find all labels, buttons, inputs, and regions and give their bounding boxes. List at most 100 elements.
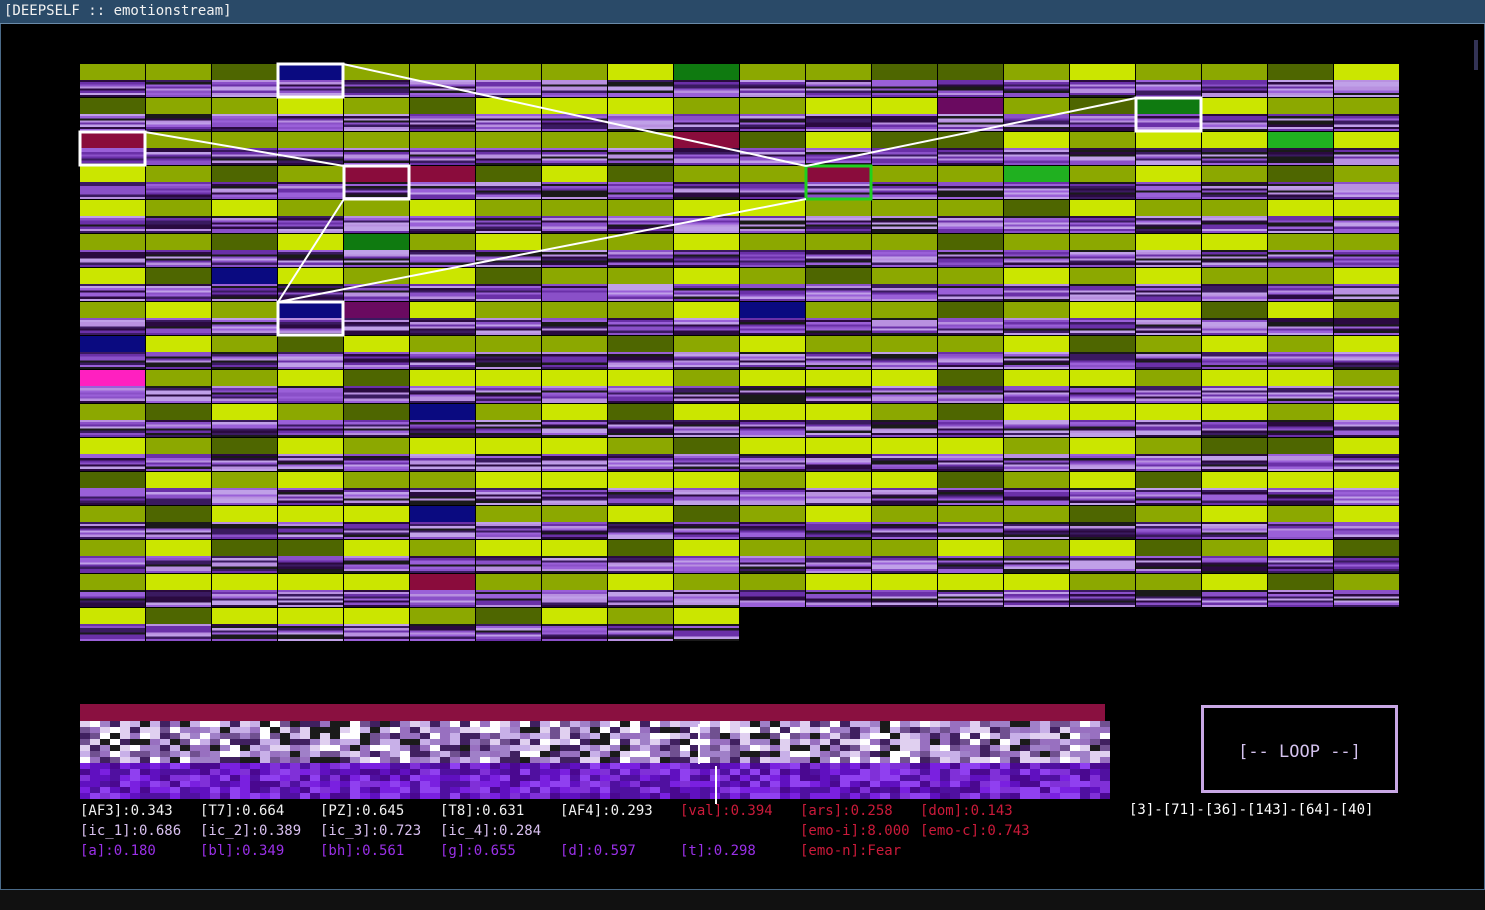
grid-cell[interactable]	[344, 404, 409, 437]
grid-cell[interactable]	[1004, 302, 1069, 335]
grid-cell[interactable]	[608, 268, 673, 301]
grid-cell[interactable]	[212, 404, 277, 437]
grid-cell[interactable]	[1268, 336, 1333, 369]
grid-cell[interactable]	[1136, 404, 1201, 437]
grid-cell[interactable]	[146, 200, 211, 233]
grid-cell[interactable]	[872, 438, 937, 471]
grid-cell[interactable]	[344, 166, 409, 199]
grid-cell[interactable]	[1070, 200, 1135, 233]
grid-cell[interactable]	[1004, 336, 1069, 369]
grid-cell[interactable]	[80, 234, 145, 267]
grid-cell[interactable]	[278, 166, 343, 199]
grid-cell[interactable]	[872, 574, 937, 607]
grid-cell[interactable]	[608, 234, 673, 267]
grid-cell[interactable]	[212, 166, 277, 199]
grid-cell[interactable]	[476, 64, 541, 97]
grid-cell[interactable]	[740, 404, 805, 437]
loop-button[interactable]: [-- LOOP --]	[1201, 705, 1398, 793]
grid-cell[interactable]	[674, 506, 739, 539]
grid-cell[interactable]	[344, 540, 409, 573]
grid-cell[interactable]	[806, 234, 871, 267]
grid-cell[interactable]	[608, 506, 673, 539]
grid-cell[interactable]	[410, 506, 475, 539]
grid-cell[interactable]	[1334, 98, 1399, 131]
grid-cell[interactable]	[608, 166, 673, 199]
grid-cell[interactable]	[806, 506, 871, 539]
grid-cell[interactable]	[146, 404, 211, 437]
grid-cell[interactable]	[212, 98, 277, 131]
grid-cell[interactable]	[1004, 200, 1069, 233]
grid-cell[interactable]	[872, 370, 937, 403]
grid-cell[interactable]	[1202, 234, 1267, 267]
grid-cell[interactable]	[1136, 336, 1201, 369]
grid-cell[interactable]	[1334, 438, 1399, 471]
grid-cell[interactable]	[278, 132, 343, 165]
grid-cell[interactable]	[806, 438, 871, 471]
grid-cell[interactable]	[806, 336, 871, 369]
grid-cell[interactable]	[146, 370, 211, 403]
grid-cell[interactable]	[344, 336, 409, 369]
grid-cell[interactable]	[278, 472, 343, 505]
grid-cell[interactable]	[410, 302, 475, 335]
grid-cell[interactable]	[872, 132, 937, 165]
grid-cell[interactable]	[740, 268, 805, 301]
grid-cell[interactable]	[1136, 98, 1201, 131]
grid-cell[interactable]	[806, 132, 871, 165]
grid-cell[interactable]	[542, 268, 607, 301]
grid-cell[interactable]	[542, 404, 607, 437]
grid-cell[interactable]	[344, 200, 409, 233]
grid-cell[interactable]	[674, 234, 739, 267]
grid-cell[interactable]	[1334, 132, 1399, 165]
grid-cell[interactable]	[740, 166, 805, 199]
grid-cell[interactable]	[542, 302, 607, 335]
grid-cell[interactable]	[542, 540, 607, 573]
grid-cell[interactable]	[146, 98, 211, 131]
grid-cell[interactable]	[938, 268, 1003, 301]
grid-cell[interactable]	[1136, 64, 1201, 97]
grid-cell[interactable]	[872, 64, 937, 97]
grid-cell[interactable]	[1202, 64, 1267, 97]
grid-cell[interactable]	[938, 234, 1003, 267]
grid-cell[interactable]	[1136, 132, 1201, 165]
grid-cell[interactable]	[1268, 234, 1333, 267]
grid-cell[interactable]	[212, 574, 277, 607]
grid-cell[interactable]	[476, 336, 541, 369]
grid-cell[interactable]	[146, 64, 211, 97]
grid-cell[interactable]	[740, 200, 805, 233]
grid-cell[interactable]	[476, 438, 541, 471]
grid-cell[interactable]	[212, 540, 277, 573]
grid-cell[interactable]	[938, 98, 1003, 131]
grid-cell[interactable]	[1334, 200, 1399, 233]
grid-cell[interactable]	[608, 540, 673, 573]
grid-cell[interactable]	[410, 404, 475, 437]
grid-cell[interactable]	[1004, 234, 1069, 267]
grid-cell[interactable]	[872, 302, 937, 335]
grid-cell[interactable]	[608, 132, 673, 165]
grid-cell[interactable]	[740, 64, 805, 97]
grid-cell[interactable]	[410, 574, 475, 607]
grid-cell[interactable]	[542, 200, 607, 233]
grid-cell[interactable]	[806, 540, 871, 573]
grid-cell[interactable]	[740, 574, 805, 607]
grid-cell[interactable]	[806, 64, 871, 97]
grid-cell[interactable]	[1202, 200, 1267, 233]
grid-cell[interactable]	[872, 98, 937, 131]
grid-cell[interactable]	[212, 234, 277, 267]
grid-cell[interactable]	[278, 370, 343, 403]
grid-cell[interactable]	[212, 438, 277, 471]
grid-cell[interactable]	[1004, 574, 1069, 607]
grid-cell[interactable]	[1268, 64, 1333, 97]
grid-cell[interactable]	[1202, 166, 1267, 199]
grid-cell[interactable]	[278, 540, 343, 573]
grid-cell[interactable]	[212, 370, 277, 403]
grid-cell[interactable]	[806, 98, 871, 131]
grid-cell[interactable]	[1268, 472, 1333, 505]
grid-cell[interactable]	[476, 472, 541, 505]
grid-cell[interactable]	[1334, 506, 1399, 539]
grid-cell[interactable]	[344, 268, 409, 301]
grid-cell[interactable]	[476, 506, 541, 539]
grid-cell[interactable]	[1070, 506, 1135, 539]
grid-cell[interactable]	[278, 404, 343, 437]
grid-cell[interactable]	[476, 302, 541, 335]
grid-cell[interactable]	[938, 64, 1003, 97]
